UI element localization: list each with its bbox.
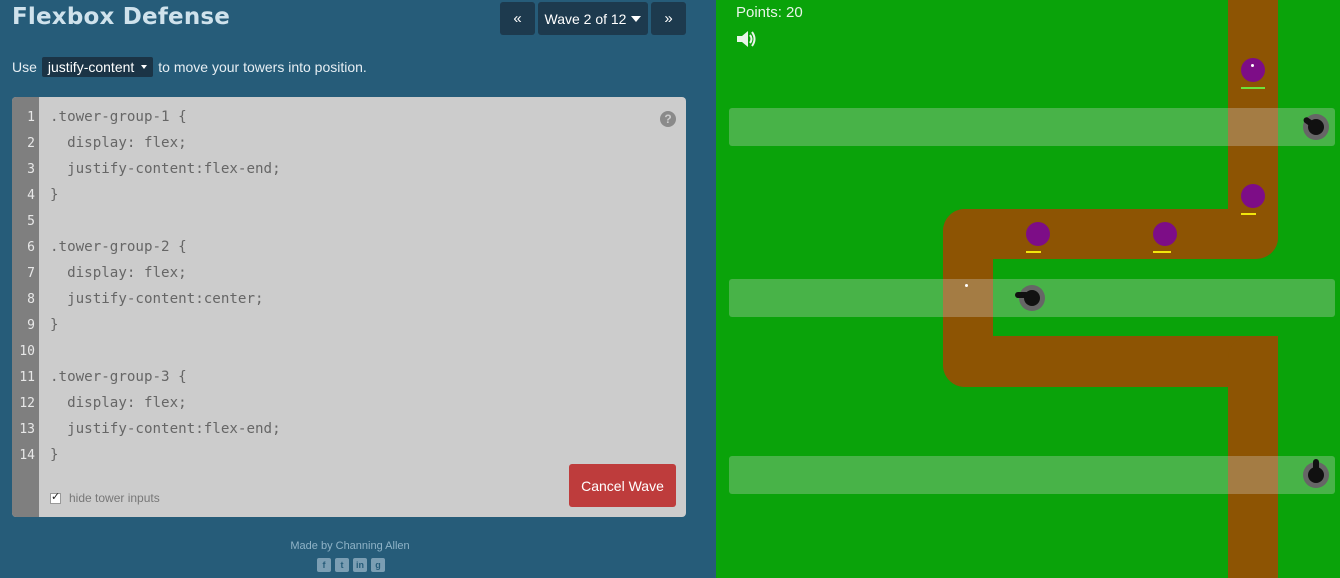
tower-group-1-lane [729,108,1335,146]
code-line[interactable]: .tower-group-2 { [50,239,187,255]
enemy-health-bar [1026,251,1041,253]
help-icon[interactable]: ? [660,111,676,127]
line-number: 11 [19,370,35,385]
code-line[interactable]: } [50,447,59,463]
caret-down-icon [141,65,148,69]
enemy [1153,222,1177,246]
next-wave-button[interactable]: » [651,2,686,35]
code-line[interactable]: justify-content:center; [50,291,263,307]
line-number: 5 [27,214,35,229]
instructions-suffix: to move your towers into position. [158,59,367,75]
line-number: 2 [27,136,35,151]
hide-tower-inputs-label: hide tower inputs [69,491,160,505]
code-line[interactable]: .tower-group-1 { [50,109,187,125]
property-select[interactable]: justify-content [41,57,154,77]
game-board: Points: 20 [716,0,1340,578]
enemy-health-bar [1153,251,1171,253]
line-number: 9 [27,318,35,333]
enemy [1241,58,1265,82]
hide-tower-inputs-toggle[interactable]: hide tower inputs [50,490,160,505]
line-number: 13 [19,422,35,437]
line-number: 6 [27,240,35,255]
instructions-prefix: Use [12,59,37,75]
line-number: 12 [19,396,35,411]
line-number: 7 [27,266,35,281]
tower [1015,285,1045,311]
enemy [1241,184,1265,208]
line-number: 3 [27,162,35,177]
tower [1303,459,1329,488]
cancel-wave-button[interactable]: Cancel Wave [569,464,676,507]
tower-group-3-lane [729,456,1335,494]
projectile [1251,64,1254,67]
property-select-value: justify-content [47,59,135,75]
twitter-icon[interactable]: t [335,558,349,572]
code-line[interactable]: } [50,317,59,333]
hide-tower-inputs-checkbox[interactable] [50,490,61,504]
line-number: 1 [27,110,35,125]
code-line[interactable]: justify-content:flex-end; [50,161,281,177]
line-number: 14 [19,448,35,463]
tower [1302,114,1329,140]
enemy-health-bar [1241,213,1256,215]
enemy-path-horizontal-top [943,209,1278,259]
code-line[interactable]: display: flex; [50,395,187,411]
wave-selector[interactable]: Wave 2 of 12 [538,2,648,35]
previous-wave-button[interactable]: « [500,2,535,35]
line-number: 4 [27,188,35,203]
facebook-icon[interactable]: f [317,558,331,572]
speaker-icon[interactable] [736,30,758,48]
left-panel: Flexbox Defense « Wave 2 of 12 » Use jus… [0,0,716,578]
social-links: f t in g [317,558,385,572]
code-line[interactable]: display: flex; [50,265,187,281]
code-editor[interactable]: 1 2 3 4 5 6 7 8 9 10 11 12 13 14 .tower-group-1 { dis… [12,97,686,517]
enemy-health-bar [1241,87,1265,89]
line-number: 8 [27,292,35,307]
code-line[interactable]: .tower-group-3 { [50,369,187,385]
instructions: Use justify-content to move your towers … [12,57,367,77]
credit-text: Made by Channing Allen [290,540,410,552]
line-number: 10 [19,344,35,359]
points-display: Points: 20 [736,4,803,21]
code-line[interactable]: display: flex; [50,135,187,151]
github-icon[interactable]: g [371,558,385,572]
app-title: Flexbox Defense [12,4,231,30]
caret-down-icon [631,15,642,22]
code-line[interactable]: } [50,187,59,203]
projectile [965,284,968,287]
linkedin-icon[interactable]: in [353,558,367,572]
wave-label: Wave 2 of 12 [544,10,627,27]
enemy [1026,222,1050,246]
code-line[interactable]: justify-content:flex-end; [50,421,281,437]
